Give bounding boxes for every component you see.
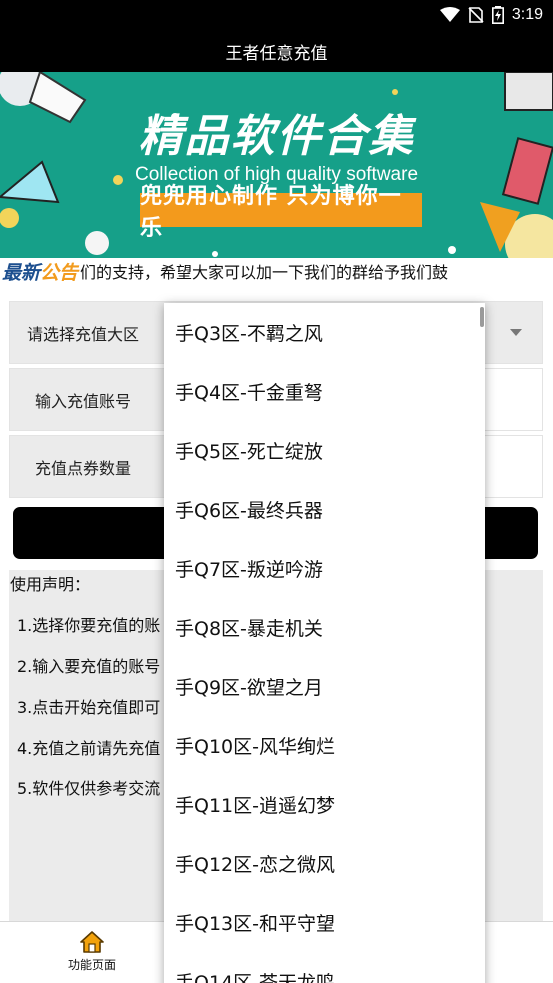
dropdown-option[interactable]: 手Q5区-死亡绽放 <box>175 430 323 470</box>
region-label: 请选择充值大区 <box>27 324 140 344</box>
dropdown-option[interactable]: 手Q13区-和平守望 <box>175 902 335 942</box>
app-title-bar: 王者任意充值 <box>0 30 553 72</box>
dropdown-option[interactable]: 手Q9区-欲望之月 <box>175 666 323 706</box>
battery-icon <box>491 6 504 24</box>
announcement-badge: 最新公告 <box>0 258 78 284</box>
app-title: 王者任意充值 <box>225 43 328 64</box>
dropdown-option[interactable]: 手Q14区-苍天龙鸣 <box>175 961 335 983</box>
announcement-bar: 最新公告 们的支持，希望大家可以加一下我们的群给予我们鼓 <box>0 258 553 284</box>
instruction-item: 3.点击开始充值即可 <box>17 698 161 717</box>
dropdown-arrow-icon[interactable] <box>510 329 522 336</box>
amount-label: 充值点券数量 <box>35 458 132 478</box>
wifi-icon <box>439 7 460 23</box>
banner-title: 精品软件合集 <box>138 111 415 162</box>
status-bar: 3:19 <box>0 0 553 30</box>
dropdown-option[interactable]: 手Q12区-恋之微风 <box>175 843 335 883</box>
app-screen: 3:19 王者任意充值 精品软件合集 Collection of high qu… <box>0 0 553 983</box>
dropdown-option[interactable]: 手Q7区-叛逆吟游 <box>175 548 323 588</box>
instruction-item: 2.输入要充值的账号 <box>17 657 161 676</box>
dropdown-option[interactable]: 手Q6区-最终兵器 <box>175 489 323 529</box>
nav-home-label: 功能页面 <box>67 958 116 972</box>
dropdown-option[interactable]: 手Q11区-逍遥幻梦 <box>175 784 335 824</box>
promo-banner[interactable]: 精品软件合集 Collection of high quality softwa… <box>0 72 553 258</box>
account-label: 输入充值账号 <box>35 391 132 411</box>
home-icon <box>62 931 122 953</box>
announcement-marquee: 们的支持，希望大家可以加一下我们的群给予我们鼓 <box>80 263 449 282</box>
dropdown-option[interactable]: 手Q4区-千金重弩 <box>175 371 323 411</box>
badge-notice: 公告 <box>40 261 79 284</box>
scrollbar[interactable] <box>480 307 484 327</box>
instruction-item: 5.软件仅供参考交流 <box>17 779 161 798</box>
status-time: 3:19 <box>511 6 543 23</box>
badge-latest: 最新 <box>2 261 41 284</box>
nav-home-tab[interactable]: 功能页面 <box>62 928 122 973</box>
no-sim-icon <box>468 7 484 23</box>
instructions-title: 使用声明： <box>10 575 91 594</box>
dropdown-option[interactable]: 手Q10区-风华绚烂 <box>175 725 335 765</box>
region-dropdown-list[interactable]: 手Q3区-不羁之风 手Q4区-千金重弩 手Q5区-死亡绽放 手Q6区-最终兵器 … <box>164 303 485 983</box>
instruction-item: 4.充值之前请先充值 <box>17 739 161 758</box>
dropdown-option[interactable]: 手Q3区-不羁之风 <box>175 312 323 352</box>
instruction-item: 1.选择你要充值的账 <box>17 616 161 635</box>
dropdown-option[interactable]: 手Q8区-暴走机关 <box>175 607 323 647</box>
banner-slogan: 兜兜用心制作 只为博你一乐 <box>140 184 422 241</box>
